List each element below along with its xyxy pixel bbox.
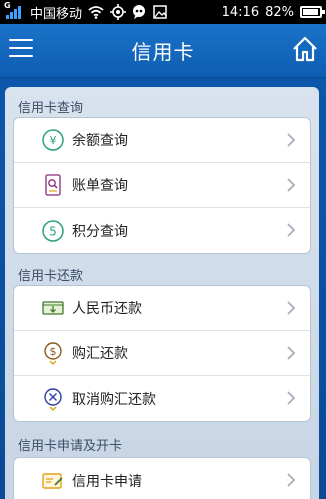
chat-icon <box>131 4 147 20</box>
status-time: 14:16 <box>221 4 260 20</box>
rmb-repayment-item[interactable]: 人民币还款 <box>14 286 310 331</box>
chevron-right-icon <box>287 473 296 487</box>
points-five-icon: 5 <box>41 219 65 243</box>
menu-panel: 信用卡查询 ¥ 余额查询 账单查询 5 积分查询 信用卡还款 人民币还款 $ 购… <box>5 87 319 499</box>
svg-text:¥: ¥ <box>50 134 57 147</box>
svg-text:$: $ <box>50 345 57 358</box>
card-apply-item[interactable]: 信用卡申请 <box>14 458 310 499</box>
svg-text:5: 5 <box>49 224 57 238</box>
card-apply-icon <box>41 469 65 493</box>
group-repayment: 人民币还款 $ 购汇还款 取消购汇还款 <box>13 285 311 422</box>
cancel-exchange-icon <box>41 387 65 411</box>
cancel-exchange-repayment-item[interactable]: 取消购汇还款 <box>14 376 310 421</box>
chevron-right-icon <box>287 178 296 192</box>
app-bar: 信用卡 <box>0 24 326 78</box>
points-query-label: 积分查询 <box>72 223 128 240</box>
bill-query-item[interactable]: 账单查询 <box>14 163 310 208</box>
chevron-right-icon <box>287 301 296 315</box>
status-bar: G 中国移动 14:16 82% <box>0 0 326 24</box>
section-title-apply: 信用卡申请及开卡 <box>18 439 123 454</box>
rmb-repayment-label: 人民币还款 <box>72 301 142 317</box>
image-icon <box>152 4 168 20</box>
section-title-query: 信用卡查询 <box>18 101 84 116</box>
cancel-exchange-repayment-label: 取消购汇还款 <box>72 391 156 408</box>
battery-icon <box>300 6 325 18</box>
page-title: 信用卡 <box>131 40 195 64</box>
exchange-repayment-item[interactable]: $ 购汇还款 <box>14 331 310 376</box>
balance-query-item[interactable]: ¥ 余额查询 <box>14 118 310 163</box>
menu-icon[interactable] <box>9 39 33 59</box>
points-query-item[interactable]: 5 积分查询 <box>14 208 310 253</box>
dollar-exchange-icon: $ <box>41 341 65 365</box>
section-title-repayment: 信用卡还款 <box>18 269 84 284</box>
cash-icon <box>41 296 65 320</box>
battery-percent: 82% <box>265 4 294 20</box>
signal-icon: G <box>4 1 24 21</box>
gps-icon <box>110 4 127 20</box>
group-apply: 信用卡申请 <box>13 457 311 499</box>
chevron-right-icon <box>287 346 296 360</box>
bill-search-icon <box>41 173 65 197</box>
group-query: ¥ 余额查询 账单查询 5 积分查询 <box>13 117 311 254</box>
chevron-right-icon <box>287 133 296 147</box>
wifi-icon <box>88 4 104 20</box>
chevron-right-icon <box>287 223 296 237</box>
carrier-name: 中国移动 <box>30 6 83 22</box>
card-apply-label: 信用卡申请 <box>72 473 142 490</box>
chevron-right-icon <box>287 391 296 405</box>
balance-query-label: 余额查询 <box>72 133 128 149</box>
home-icon[interactable] <box>291 35 319 63</box>
content-area: 信用卡查询 ¥ 余额查询 账单查询 5 积分查询 信用卡还款 人民币还款 $ 购… <box>0 78 326 499</box>
yen-circle-icon: ¥ <box>41 128 65 152</box>
bill-query-label: 账单查询 <box>72 178 128 194</box>
exchange-repayment-label: 购汇还款 <box>72 346 128 362</box>
